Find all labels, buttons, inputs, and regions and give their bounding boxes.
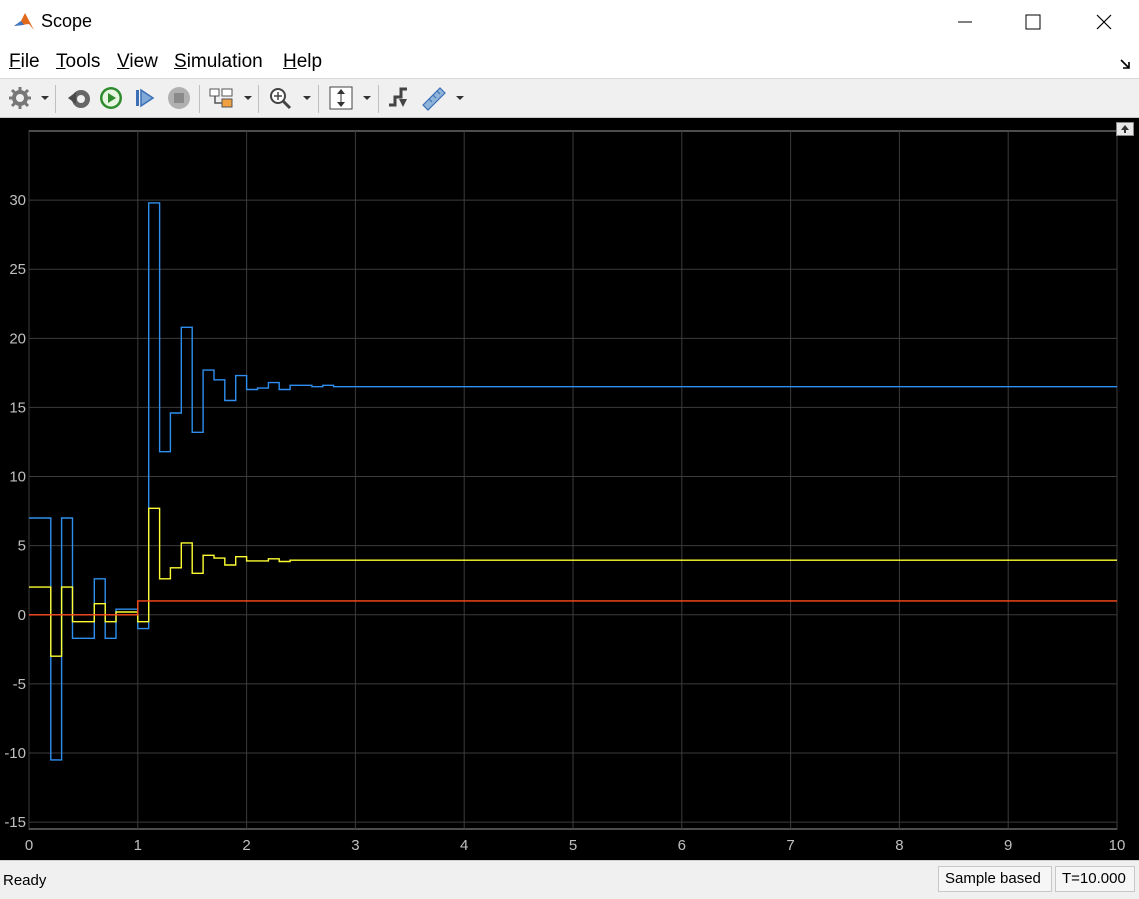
toolbar-separator bbox=[258, 85, 259, 113]
y-tick-label: -15 bbox=[4, 814, 26, 831]
toolbar-separator bbox=[55, 85, 56, 113]
toolbar-separator bbox=[318, 85, 319, 113]
measure-dropdown-arrow[interactable] bbox=[456, 96, 464, 100]
stop-icon[interactable] bbox=[165, 85, 193, 111]
undock-icon[interactable] bbox=[1116, 122, 1134, 136]
zoom-dropdown-arrow[interactable] bbox=[303, 96, 311, 100]
y-tick-label: 30 bbox=[9, 192, 26, 209]
status-text: Ready bbox=[3, 872, 47, 889]
scope-display[interactable]: 0 1 2 3 4 5 6 7 8 9 10 -15 -10 -5 0 5 10 15 20 25 30 bbox=[0, 118, 1139, 860]
autoscale-dropdown-arrow[interactable] bbox=[363, 96, 371, 100]
minimize-icon bbox=[958, 21, 972, 23]
scope-plot[interactable]: 0 1 2 3 4 5 6 7 8 9 10 -15 -10 -5 0 5 10 15 20 25 30 bbox=[0, 118, 1139, 860]
highlight-dropdown-arrow[interactable] bbox=[244, 96, 252, 100]
menu-bar: File Tools View Simulation Help bbox=[0, 44, 1139, 78]
x-tick-label: 10 bbox=[1109, 837, 1126, 854]
run-back-icon[interactable] bbox=[64, 85, 92, 111]
window-title: Scope bbox=[41, 11, 93, 31]
y-tick-label: -5 bbox=[13, 676, 26, 693]
maximize-button[interactable] bbox=[998, 0, 1068, 44]
y-tick-label: -10 bbox=[4, 745, 26, 762]
measure-icon[interactable] bbox=[420, 85, 448, 111]
autoscale-icon[interactable] bbox=[327, 85, 355, 111]
zoom-icon[interactable] bbox=[267, 85, 295, 111]
x-tick-label: 4 bbox=[460, 837, 468, 854]
sample-mode-indicator: Sample based bbox=[938, 866, 1052, 892]
x-tick-label: 5 bbox=[569, 837, 577, 854]
x-tick-label: 7 bbox=[786, 837, 794, 854]
status-bar: Ready Sample based T=10.000 bbox=[0, 860, 1139, 899]
highlight-block-icon[interactable] bbox=[208, 85, 236, 111]
title-bar: Scope bbox=[0, 0, 1139, 44]
maximize-icon bbox=[1025, 14, 1041, 30]
toolbar-separator bbox=[199, 85, 200, 113]
menu-tools[interactable]: Tools bbox=[56, 51, 100, 73]
y-tick-label: 10 bbox=[9, 469, 26, 486]
close-button[interactable] bbox=[1068, 0, 1138, 44]
y-tick-label: 25 bbox=[9, 261, 26, 278]
gear-dropdown-arrow[interactable] bbox=[41, 96, 49, 100]
x-tick-label: 2 bbox=[242, 837, 250, 854]
x-tick-label: 3 bbox=[351, 837, 359, 854]
x-tick-label: 8 bbox=[895, 837, 903, 854]
toolbar-separator bbox=[378, 85, 379, 113]
x-tick-label: 0 bbox=[25, 837, 33, 854]
y-tick-label: 0 bbox=[18, 607, 26, 624]
y-tick-label: 15 bbox=[9, 399, 26, 416]
gear-icon[interactable] bbox=[6, 85, 34, 111]
time-indicator: T=10.000 bbox=[1055, 866, 1135, 892]
y-tick-label: 5 bbox=[18, 538, 26, 555]
menu-help[interactable]: Help bbox=[283, 51, 322, 73]
toolbar bbox=[0, 78, 1139, 118]
x-tick-label: 6 bbox=[678, 837, 686, 854]
step-forward-icon[interactable] bbox=[131, 85, 159, 111]
menu-view[interactable]: View bbox=[117, 51, 158, 73]
run-icon[interactable] bbox=[97, 85, 125, 111]
menu-collapse-icon[interactable] bbox=[1119, 58, 1131, 70]
matlab-icon bbox=[12, 10, 36, 34]
minimize-button[interactable] bbox=[930, 0, 1000, 44]
signal-select-icon[interactable] bbox=[385, 85, 413, 111]
x-tick-label: 1 bbox=[134, 837, 142, 854]
menu-file[interactable]: File bbox=[9, 51, 40, 73]
x-tick-label: 9 bbox=[1004, 837, 1012, 854]
y-tick-label: 20 bbox=[9, 330, 26, 347]
menu-simulation[interactable]: Simulation bbox=[174, 51, 263, 73]
close-icon bbox=[1096, 14, 1112, 30]
